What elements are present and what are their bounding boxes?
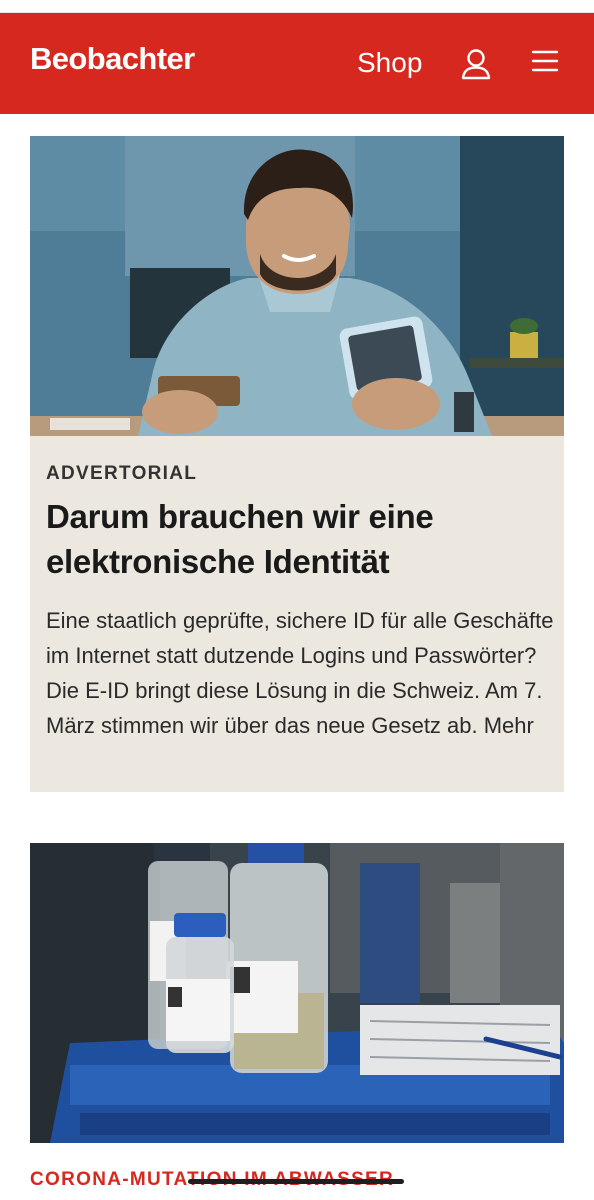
site-header: Beobachter Shop [0,13,594,114]
status-strip [0,0,594,13]
article-teaser[interactable]: Eine staatlich geprüfte, sichere ID für … [46,603,556,743]
user-icon[interactable] [461,48,491,80]
strikethrough-mark [188,1179,404,1184]
site-logo[interactable]: Beobachter [30,41,195,77]
article-card-advertorial[interactable]: ADVERTORIAL Darum brauchen wir eine elek… [30,136,564,792]
article-image-wastewater-samples[interactable] [30,843,564,1143]
shop-link[interactable]: Shop [357,47,422,79]
article-kicker: ADVERTORIAL [46,463,198,484]
article-image-man-with-phone[interactable] [30,136,564,436]
article-headline[interactable]: Darum brauchen wir eine elektronische Id… [46,494,546,584]
hamburger-menu-icon[interactable] [531,49,559,73]
